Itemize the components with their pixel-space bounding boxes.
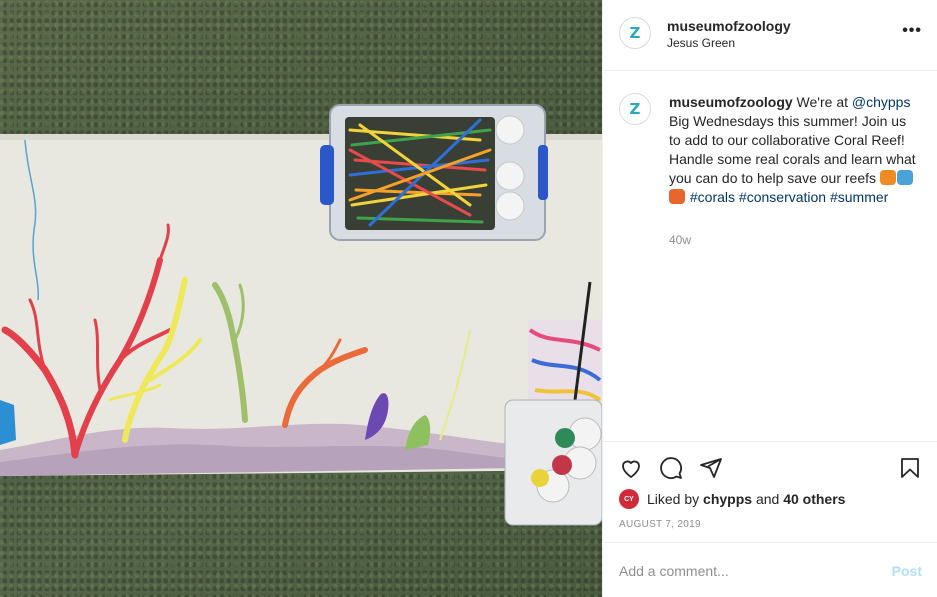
bookmark-icon[interactable] — [898, 456, 922, 480]
caption-body-1: We're at — [792, 94, 852, 110]
heart-icon[interactable] — [619, 456, 643, 480]
post-actions: CY Liked by chypps and 40 others AUGUST … — [603, 441, 937, 542]
liker-avatar[interactable]: CY — [619, 489, 639, 509]
avatar-logo: Z — [629, 99, 641, 118]
caption-text: museumofzoology We're at @chypps Big Wed… — [669, 93, 921, 207]
caption-section: Z museumofzoology We're at @chypps Big W… — [603, 71, 937, 441]
post-date[interactable]: AUGUST 7, 2019 — [619, 519, 701, 530]
header-location[interactable]: Jesus Green — [667, 36, 735, 50]
post-comment-button[interactable]: Post — [892, 563, 922, 579]
caption-username[interactable]: museumofzoology — [669, 94, 793, 110]
post-side-panel: Z museumofzoology Jesus Green ••• Z muse… — [602, 0, 937, 597]
caption-body-2: Big Wednesdays this summer! Join us to a… — [669, 113, 916, 186]
post-photo — [0, 0, 602, 597]
avatar-logo: Z — [629, 23, 641, 42]
likes-summary: CY Liked by chypps and 40 others — [619, 489, 845, 509]
hashtag-link[interactable]: #conservation — [739, 189, 826, 205]
likes-count-link[interactable]: 40 others — [783, 491, 845, 507]
comment-input[interactable] — [619, 560, 869, 582]
more-options-icon[interactable]: ••• — [902, 22, 922, 40]
likes-middle: and — [755, 491, 780, 507]
liked-by-username[interactable]: chypps — [703, 491, 752, 507]
hashtag-link[interactable]: #summer — [830, 189, 888, 205]
post-time-ago[interactable]: 40w — [669, 233, 691, 247]
octopus-emoji — [669, 189, 685, 204]
photo-illustration — [0, 104, 602, 526]
dolphin-emoji — [896, 170, 913, 185]
post-header: Z museumofzoology Jesus Green ••• — [603, 0, 937, 71]
header-username[interactable]: museumofzoology — [667, 18, 791, 34]
share-icon[interactable] — [699, 456, 723, 480]
caption-avatar[interactable]: Z — [619, 93, 651, 125]
mention-link[interactable]: @chypps — [852, 94, 911, 110]
comment-icon[interactable] — [659, 456, 683, 480]
tropical-fish-emoji — [879, 170, 896, 185]
hashtag-link[interactable]: #corals — [690, 189, 735, 205]
likes-prefix: Liked by — [647, 491, 700, 507]
comment-composer: Post — [603, 542, 937, 597]
header-avatar[interactable]: Z — [619, 17, 651, 49]
